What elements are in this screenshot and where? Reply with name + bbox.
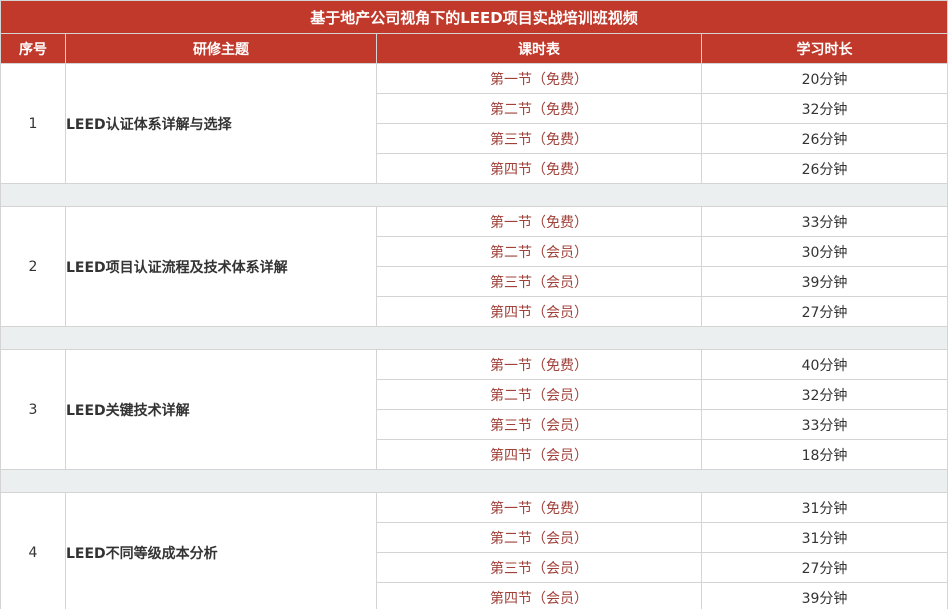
lesson-duration: 33分钟 <box>700 206 948 237</box>
header-index: 序号 <box>0 33 66 64</box>
table-row: 1 LEED认证体系详解与选择 第一节（免费） 20分钟 <box>0 63 948 184</box>
divider-cell <box>0 469 948 493</box>
module-topic: LEED关键技术详解 <box>65 349 377 470</box>
lesson-duration: 33分钟 <box>700 409 948 440</box>
header-schedule: 课时表 <box>376 33 702 64</box>
lesson-duration: 32分钟 <box>700 93 948 124</box>
lesson-duration: 20分钟 <box>700 63 948 94</box>
module-index: 2 <box>0 206 66 327</box>
module-index: 4 <box>0 492 66 609</box>
lesson-link[interactable]: 第三节（会员） <box>376 266 702 297</box>
module-topic: LEED项目认证流程及技术体系详解 <box>65 206 377 327</box>
lesson-duration: 27分钟 <box>700 296 948 327</box>
lesson-duration: 39分钟 <box>700 582 948 609</box>
lesson-duration: 26分钟 <box>700 123 948 154</box>
lesson-link[interactable]: 第一节（免费） <box>376 492 702 523</box>
module-divider <box>0 326 948 350</box>
course-schedule-table: 基于地产公司视角下的LEED项目实战培训班视频 序号 研修主题 课时表 学习时长… <box>0 0 948 609</box>
table-title: 基于地产公司视角下的LEED项目实战培训班视频 <box>0 0 948 34</box>
lesson-link[interactable]: 第二节（会员） <box>376 379 702 410</box>
lesson-link[interactable]: 第二节（会员） <box>376 522 702 553</box>
lesson-duration: 26分钟 <box>700 153 948 184</box>
divider-cell <box>0 326 948 350</box>
lesson-duration: 40分钟 <box>700 349 948 380</box>
header-duration: 学习时长 <box>700 33 948 64</box>
module-index: 3 <box>0 349 66 470</box>
lesson-duration: 39分钟 <box>700 266 948 297</box>
module-divider <box>0 469 948 493</box>
lesson-link[interactable]: 第二节（免费） <box>376 93 702 124</box>
lesson-link[interactable]: 第一节（免费） <box>376 349 702 380</box>
lesson-link[interactable]: 第一节（免费） <box>376 63 702 94</box>
lesson-duration: 32分钟 <box>700 379 948 410</box>
lesson-link[interactable]: 第二节（会员） <box>376 236 702 267</box>
page: 基于地产公司视角下的LEED项目实战培训班视频 序号 研修主题 课时表 学习时长… <box>0 0 948 609</box>
module-divider <box>0 183 948 207</box>
lesson-link[interactable]: 第三节（免费） <box>376 123 702 154</box>
table-row: 2 LEED项目认证流程及技术体系详解 第一节（免费） 33分钟 <box>0 206 948 327</box>
lesson-link[interactable]: 第四节（会员） <box>376 296 702 327</box>
lesson-link[interactable]: 第一节（免费） <box>376 206 702 237</box>
module-topic: LEED认证体系详解与选择 <box>65 63 377 184</box>
table-title-row: 基于地产公司视角下的LEED项目实战培训班视频 <box>0 0 948 34</box>
lesson-link[interactable]: 第四节（会员） <box>376 582 702 609</box>
lesson-link[interactable]: 第三节（会员） <box>376 409 702 440</box>
lesson-duration: 31分钟 <box>700 492 948 523</box>
lesson-duration: 30分钟 <box>700 236 948 267</box>
table-body: 1 LEED认证体系详解与选择 第一节（免费） 20分钟 第二节（免费） 32分… <box>0 63 948 609</box>
table-row: 4 LEED不同等级成本分析 第一节（免费） 31分钟 <box>0 492 948 609</box>
divider-cell <box>0 183 948 207</box>
lesson-duration: 27分钟 <box>700 552 948 583</box>
module-index: 1 <box>0 63 66 184</box>
lesson-link[interactable]: 第三节（会员） <box>376 552 702 583</box>
lesson-link[interactable]: 第四节（免费） <box>376 153 702 184</box>
table-row: 3 LEED关键技术详解 第一节（免费） 40分钟 <box>0 349 948 470</box>
module-topic: LEED不同等级成本分析 <box>65 492 377 609</box>
table-header-row: 序号 研修主题 课时表 学习时长 <box>0 33 948 64</box>
lesson-duration: 18分钟 <box>700 439 948 470</box>
lesson-link[interactable]: 第四节（会员） <box>376 439 702 470</box>
lesson-duration: 31分钟 <box>700 522 948 553</box>
header-topic: 研修主题 <box>65 33 377 64</box>
